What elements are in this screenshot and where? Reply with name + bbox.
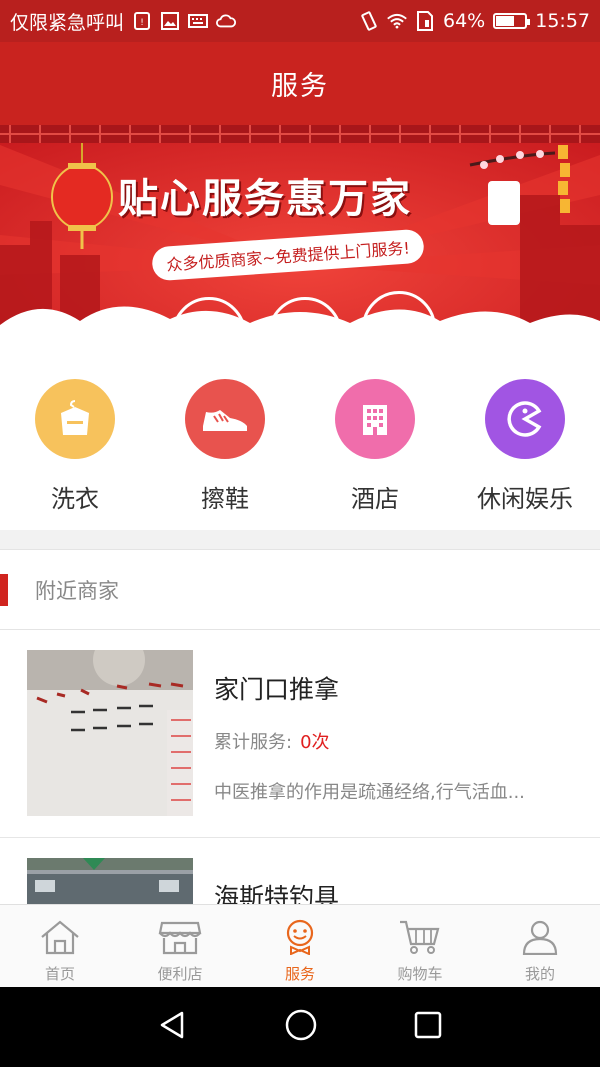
- merchant-name: 家门口推拿: [214, 675, 340, 704]
- app-root: 仅限紧急呼叫 ! 64% 15:57 服务 贴心服务惠万家 众多优质商家~免费提…: [0, 0, 600, 1067]
- list-item[interactable]: 海斯特钓具: [0, 838, 600, 904]
- home-circle-icon[interactable]: [284, 1008, 318, 1046]
- clock-time: 15:57: [535, 10, 590, 32]
- banner-chip-3: 惠: [362, 291, 436, 357]
- tab-home[interactable]: 首页: [0, 905, 120, 987]
- merchant-thumbnail: [27, 858, 193, 904]
- banner-chip-text: 大: [192, 317, 225, 355]
- tab-label: 购物车: [397, 965, 443, 983]
- status-right: 64% 15:57: [359, 10, 590, 32]
- service-count-value: 0次: [300, 732, 330, 753]
- tab-cart[interactable]: 购物车: [360, 905, 480, 987]
- category-label: 休闲娱乐: [477, 485, 573, 513]
- svg-text:!: !: [140, 18, 144, 28]
- sim-icon: !: [132, 11, 152, 31]
- tab-service[interactable]: 服务: [240, 905, 360, 987]
- merchant-list[interactable]: 家门口推拿 累计服务: 0次 中医推拿的作用是疏通经络,行气活血... 海斯特钓具: [0, 630, 600, 904]
- vibrate-icon: [359, 11, 379, 31]
- store-icon: [158, 919, 202, 959]
- category-label: 擦鞋: [201, 485, 249, 513]
- banner-headline: 贴心服务惠万家: [118, 175, 412, 222]
- service-categories: 洗衣 擦鞋 酒店 休闲娱乐: [0, 357, 600, 530]
- title-bar: 服务: [0, 42, 600, 125]
- cloud-icon: [216, 11, 237, 31]
- category-leisure[interactable]: 休闲娱乐: [450, 357, 600, 530]
- carrier-text: 仅限紧急呼叫: [10, 11, 125, 34]
- laundry-shirt-icon: [35, 379, 115, 459]
- merchant-name: 海斯特钓具: [214, 883, 340, 904]
- tab-profile[interactable]: 我的: [480, 905, 600, 987]
- tab-store[interactable]: 便利店: [120, 905, 240, 987]
- nearby-section-header: 附近商家: [0, 549, 600, 630]
- user-icon: [520, 919, 560, 959]
- battery-icon: [493, 13, 531, 29]
- tab-label: 服务: [284, 965, 315, 983]
- banner-chip-text: 实: [288, 317, 321, 355]
- back-triangle-icon[interactable]: [158, 1010, 188, 1044]
- page-title: 服务: [271, 71, 329, 102]
- shoe-icon: [185, 379, 265, 459]
- list-item[interactable]: 家门口推拿 累计服务: 0次 中医推拿的作用是疏通经络,行气活血...: [0, 630, 600, 838]
- category-shoe-shine[interactable]: 擦鞋: [150, 357, 300, 530]
- cart-icon: [398, 919, 442, 959]
- merchant-description: 中医推拿的作用是疏通经络,行气活血...: [214, 782, 525, 803]
- tab-label: 便利店: [157, 965, 203, 983]
- system-nav-bar: [0, 987, 600, 1067]
- section-accent-bar: [0, 573, 8, 606]
- recents-square-icon[interactable]: [414, 1011, 442, 1043]
- banner-chip-text: 惠: [382, 311, 415, 349]
- category-label: 洗衣: [51, 485, 99, 513]
- sim-card-icon: [415, 11, 435, 31]
- merchant-service-count: 累计服务: 0次: [214, 728, 330, 754]
- home-icon: [39, 919, 81, 959]
- service-count-label: 累计服务:: [214, 732, 293, 753]
- category-hotel[interactable]: 酒店: [300, 357, 450, 530]
- status-bar: 仅限紧急呼叫 ! 64% 15:57: [0, 0, 600, 42]
- tab-label: 我的: [524, 965, 555, 983]
- wifi-icon: [387, 11, 407, 31]
- status-left: 仅限紧急呼叫 !: [10, 8, 237, 35]
- category-laundry[interactable]: 洗衣: [0, 357, 150, 530]
- bottom-tab-bar: 首页 便利店 服务 购物车 我的: [0, 904, 600, 987]
- category-label: 酒店: [351, 485, 399, 513]
- gallery-icon: [160, 11, 180, 31]
- section-title: 附近商家: [35, 578, 119, 603]
- keyboard-icon: [188, 11, 209, 31]
- smiley-bowtie-icon: [280, 919, 320, 959]
- hotel-building-icon: [335, 379, 415, 459]
- promo-banner[interactable]: 贴心服务惠万家 众多优质商家~免费提供上门服务! 大 实 惠: [0, 125, 600, 357]
- merchant-thumbnail: [27, 650, 193, 816]
- battery-percent: 64%: [443, 10, 486, 32]
- tab-label: 首页: [44, 965, 75, 983]
- pacman-icon: [485, 379, 565, 459]
- battery-fill: [496, 16, 515, 26]
